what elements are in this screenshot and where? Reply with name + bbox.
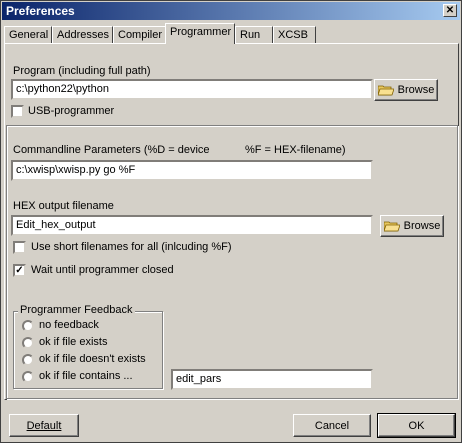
checkmark-icon: ✓ — [15, 265, 24, 276]
folder-open-icon — [383, 221, 400, 231]
tab-addresses[interactable]: Addresses — [52, 26, 113, 43]
radio-file-not-exists[interactable] — [22, 354, 34, 366]
default-label: Default — [26, 419, 62, 432]
tab-label: XCSB — [278, 29, 308, 41]
window-title: Preferences — [6, 4, 75, 18]
wait-programmer-label: Wait until programmer closed — [31, 264, 174, 276]
tab-general[interactable]: General — [4, 26, 52, 43]
commandline-label: Commandline Parameters (%D = device — [13, 144, 210, 156]
radio-file-exists[interactable] — [22, 337, 34, 349]
title-bar[interactable]: Preferences ✕ — [2, 2, 460, 20]
tab-label: General — [9, 29, 49, 41]
tab-programmer[interactable]: Programmer — [165, 23, 235, 44]
short-filenames-checkbox[interactable] — [13, 241, 26, 254]
tab-run[interactable]: Run — [235, 26, 273, 43]
program-path-input[interactable]: c:\python22\python — [11, 79, 373, 100]
usb-programmer-checkbox[interactable] — [11, 105, 24, 118]
tab-compiler[interactable]: Compiler — [113, 26, 166, 43]
browse-label: Browse — [403, 220, 441, 232]
radio-file-contains[interactable] — [22, 371, 34, 383]
program-label: Program (including full path) — [13, 65, 151, 77]
commandline-input[interactable]: c:\xwisp\xwisp.py go %F — [11, 160, 373, 181]
tab-xcsb[interactable]: XCSB — [273, 26, 316, 43]
close-button[interactable]: ✕ — [443, 4, 457, 17]
ok-label: OK — [408, 419, 425, 432]
cancel-button[interactable]: Cancel — [293, 414, 371, 437]
folder-open-icon — [377, 85, 394, 95]
wait-programmer-checkbox[interactable]: ✓ — [13, 264, 26, 277]
tab-label: Compiler — [118, 29, 163, 41]
hex-output-label: HEX output filename — [13, 200, 114, 212]
tab-label: Addresses — [57, 29, 109, 41]
program-browse-button[interactable]: Browse — [374, 79, 438, 101]
preferences-window: Preferences ✕ General Addresses Compiler… — [0, 0, 462, 443]
cancel-label: Cancel — [314, 419, 350, 432]
close-icon: ✕ — [445, 5, 455, 16]
radio-label: no feedback — [39, 319, 99, 331]
tab-label: Programmer — [170, 26, 232, 38]
browse-label: Browse — [397, 84, 435, 96]
file-contains-input[interactable]: edit_pars — [171, 369, 373, 390]
radio-no-feedback[interactable] — [22, 320, 34, 332]
commandline-hint: %F = HEX-filename) — [245, 144, 346, 156]
short-filenames-label: Use short filenames for all (inlcuding %… — [31, 241, 232, 253]
hex-browse-button[interactable]: Browse — [380, 215, 444, 237]
default-button[interactable]: Default — [9, 414, 79, 437]
radio-label: ok if file contains ... — [39, 370, 133, 382]
ok-button[interactable]: OK — [377, 413, 456, 438]
hex-output-input[interactable]: Edit_hex_output — [11, 215, 373, 236]
usb-programmer-label: USB-programmer — [28, 105, 115, 117]
radio-label: ok if file doesn't exists — [39, 353, 146, 365]
tab-label: Run — [240, 29, 261, 41]
radio-label: ok if file exists — [39, 336, 108, 348]
feedback-legend: Programmer Feedback — [18, 304, 135, 316]
